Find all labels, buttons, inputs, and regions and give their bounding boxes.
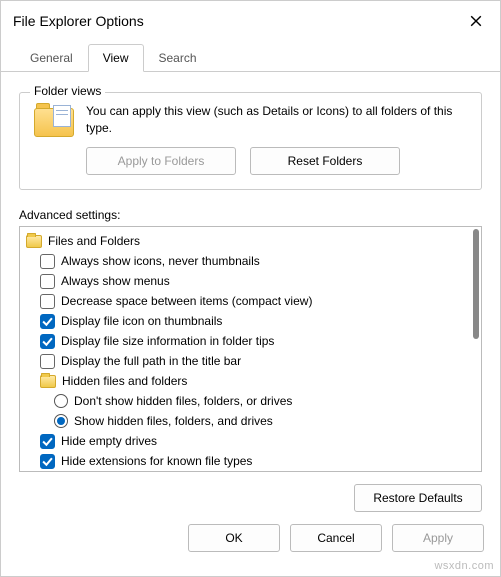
apply-to-folders-button[interactable]: Apply to Folders [86, 147, 236, 175]
tree-root-label: Files and Folders [48, 234, 140, 248]
tree-item-label: Always show menus [61, 274, 170, 288]
tree-item-label: Don't show hidden files, folders, or dri… [74, 394, 292, 408]
folder-icon [34, 103, 74, 137]
folder-views-legend: Folder views [30, 84, 105, 98]
checkbox[interactable] [40, 314, 55, 329]
tab-search[interactable]: Search [144, 44, 212, 72]
tree-radio-item[interactable]: Show hidden files, folders, and drives [54, 411, 475, 431]
tree-subgroup-label: Hidden files and folders [62, 374, 187, 388]
checkbox[interactable] [40, 354, 55, 369]
tree-radio-item[interactable]: Don't show hidden files, folders, or dri… [54, 391, 475, 411]
radio-button[interactable] [54, 394, 68, 408]
tree-item-label: Hide extensions for known file types [61, 454, 252, 468]
folder-views-text: You can apply this view (such as Details… [86, 103, 467, 137]
tree-item-label: Display file size information in folder … [61, 334, 274, 348]
folder-icon [26, 235, 42, 248]
checkbox[interactable] [40, 294, 55, 309]
radio-button[interactable] [54, 414, 68, 428]
restore-defaults-button[interactable]: Restore Defaults [354, 484, 482, 512]
tree-item[interactable]: Hide folder merge conflicts [40, 471, 475, 472]
advanced-settings-tree[interactable]: Files and Folders Always show icons, nev… [19, 226, 482, 472]
folder-icon [40, 375, 56, 388]
tree-item-label: Display file icon on thumbnails [61, 314, 222, 328]
window-title: File Explorer Options [13, 13, 144, 29]
tab-strip: General View Search [1, 43, 500, 72]
tab-general[interactable]: General [15, 44, 88, 72]
checkbox[interactable] [40, 334, 55, 349]
tree-item-label: Hide empty drives [61, 434, 157, 448]
tree-item[interactable]: Display file icon on thumbnails [40, 311, 475, 331]
tree-item[interactable]: Display the full path in the title bar [40, 351, 475, 371]
folder-views-group: Folder views You can apply this view (su… [19, 92, 482, 190]
advanced-settings-label: Advanced settings: [19, 208, 482, 222]
tree-item[interactable]: Decrease space between items (compact vi… [40, 291, 475, 311]
tree-item-label: Display the full path in the title bar [61, 354, 241, 368]
tree-item[interactable]: Always show icons, never thumbnails [40, 251, 475, 271]
apply-button[interactable]: Apply [392, 524, 484, 552]
tree-item-label: Decrease space between items (compact vi… [61, 294, 312, 308]
tree-item-label: Always show icons, never thumbnails [61, 254, 260, 268]
checkbox[interactable] [40, 254, 55, 269]
checkbox[interactable] [40, 454, 55, 469]
tree-subgroup: Hidden files and folders [40, 371, 475, 391]
tree-item[interactable]: Always show menus [40, 271, 475, 291]
tab-view[interactable]: View [88, 44, 144, 72]
ok-button[interactable]: OK [188, 524, 280, 552]
tree-item[interactable]: Hide empty drives [40, 431, 475, 451]
tree-root: Files and Folders [26, 231, 475, 251]
cancel-button[interactable]: Cancel [290, 524, 382, 552]
tree-item[interactable]: Display file size information in folder … [40, 331, 475, 351]
checkbox[interactable] [40, 434, 55, 449]
close-icon[interactable] [464, 9, 488, 33]
reset-folders-button[interactable]: Reset Folders [250, 147, 400, 175]
tree-item[interactable]: Hide extensions for known file types [40, 451, 475, 471]
watermark: wsxdn.com [434, 560, 494, 572]
tree-item-label: Show hidden files, folders, and drives [74, 414, 273, 428]
checkbox[interactable] [40, 274, 55, 289]
scrollbar-thumb[interactable] [473, 229, 479, 339]
